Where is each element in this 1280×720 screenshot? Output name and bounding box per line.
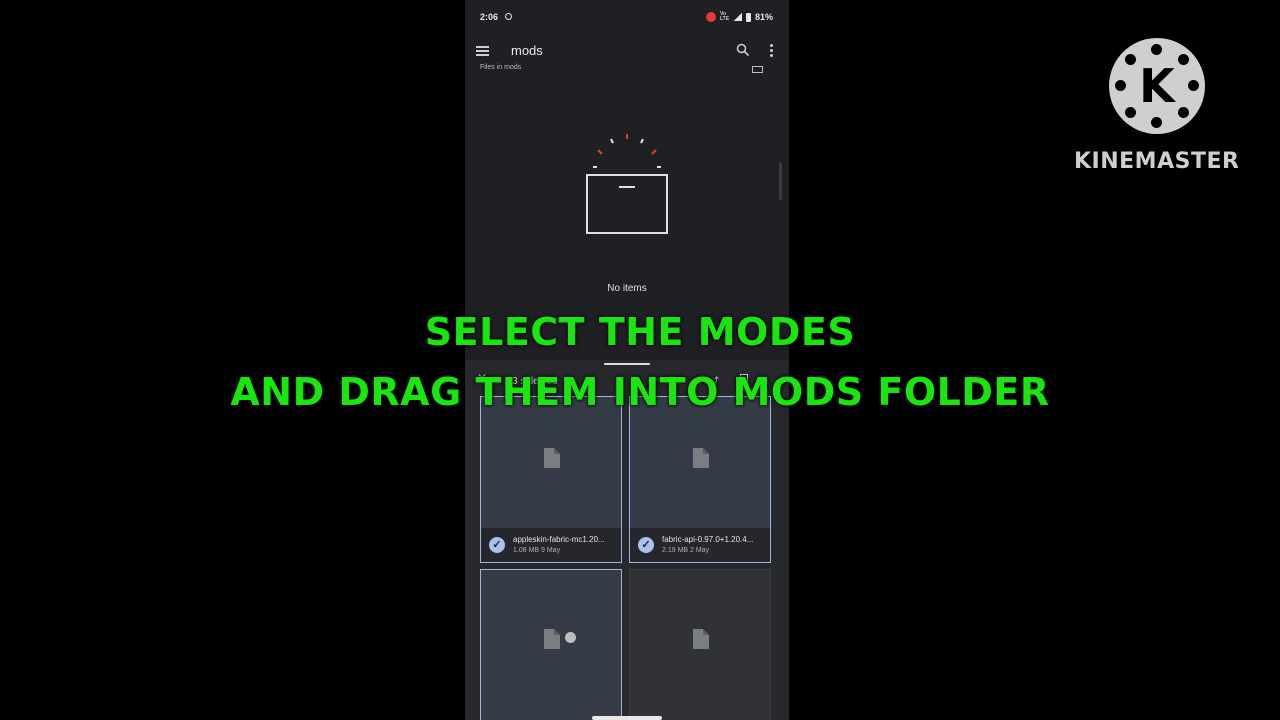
file-details: 2.19 MB 2 May [662,547,710,554]
check-icon[interactable]: ✓ [638,537,654,553]
file-tile[interactable] [480,569,622,720]
status-record-icon [505,13,512,20]
caption-line-1: SELECT THE MODES [424,310,856,354]
file-tile[interactable]: ✓ fabric-api-0.97.0+1.20.4... 2.19 MB 2 … [629,396,771,563]
file-icon [693,629,709,649]
empty-folder-illustration [586,134,668,234]
logo-letter: K [1139,59,1175,113]
file-name: appleskin-fabric-mc1.20... [513,535,605,544]
kinemaster-logo: K [1109,38,1205,134]
selection-bottom-sheet: ✕ 3 selected ⤴ ✓ appleskin-fabric-mc1.20… [465,360,789,720]
gesture-nav-bar[interactable] [592,716,662,720]
battery-icon [745,12,751,22]
scrollbar[interactable] [779,162,782,200]
file-icon [544,448,560,468]
status-right-icons: Vo LTE 81% [705,11,773,22]
file-name: fabric-api-0.97.0+1.20.4... [662,535,754,544]
more-options-icon[interactable] [770,44,774,58]
empty-state-text: No items [607,283,647,294]
file-meta-bar: ✓ appleskin-fabric-mc1.20... 1.08 MB 9 M… [481,528,621,562]
sheet-drag-handle[interactable] [604,363,650,365]
folder-title: mods [511,43,543,58]
status-time: 2:06 [480,12,499,22]
battery-percent: 81% [754,12,773,22]
search-icon[interactable] [736,43,750,57]
hamburger-menu-icon[interactable] [476,46,489,56]
file-icon [693,448,709,468]
status-bar: 2:06 Vo LTE 81% [465,0,789,34]
caption-line-2: AND DRAG THEM INTO MODS FOLDER [230,370,1050,414]
touch-pointer-indicator [565,632,576,643]
volte-label: Vo LTE [719,11,730,22]
file-details: 1.08 MB 9 May [513,547,561,554]
phone-screen: 2:06 Vo LTE 81% mods Files in mods No it [465,0,789,720]
file-tile[interactable]: ✓ appleskin-fabric-mc1.20... 1.08 MB 9 M… [480,396,622,563]
file-meta-bar: ✓ fabric-api-0.97.0+1.20.4... 2.19 MB 2 … [630,528,770,562]
app-bar: mods [465,34,789,68]
file-tile[interactable] [629,569,771,720]
check-icon[interactable]: ✓ [489,537,505,553]
screen-record-icon [705,12,716,22]
folder-subtitle: Files in mods [480,64,522,71]
watermark-text: KINEMASTER [1074,149,1240,174]
view-toggle-icon[interactable] [752,66,763,73]
file-icon [544,629,560,649]
signal-icon [733,13,742,21]
